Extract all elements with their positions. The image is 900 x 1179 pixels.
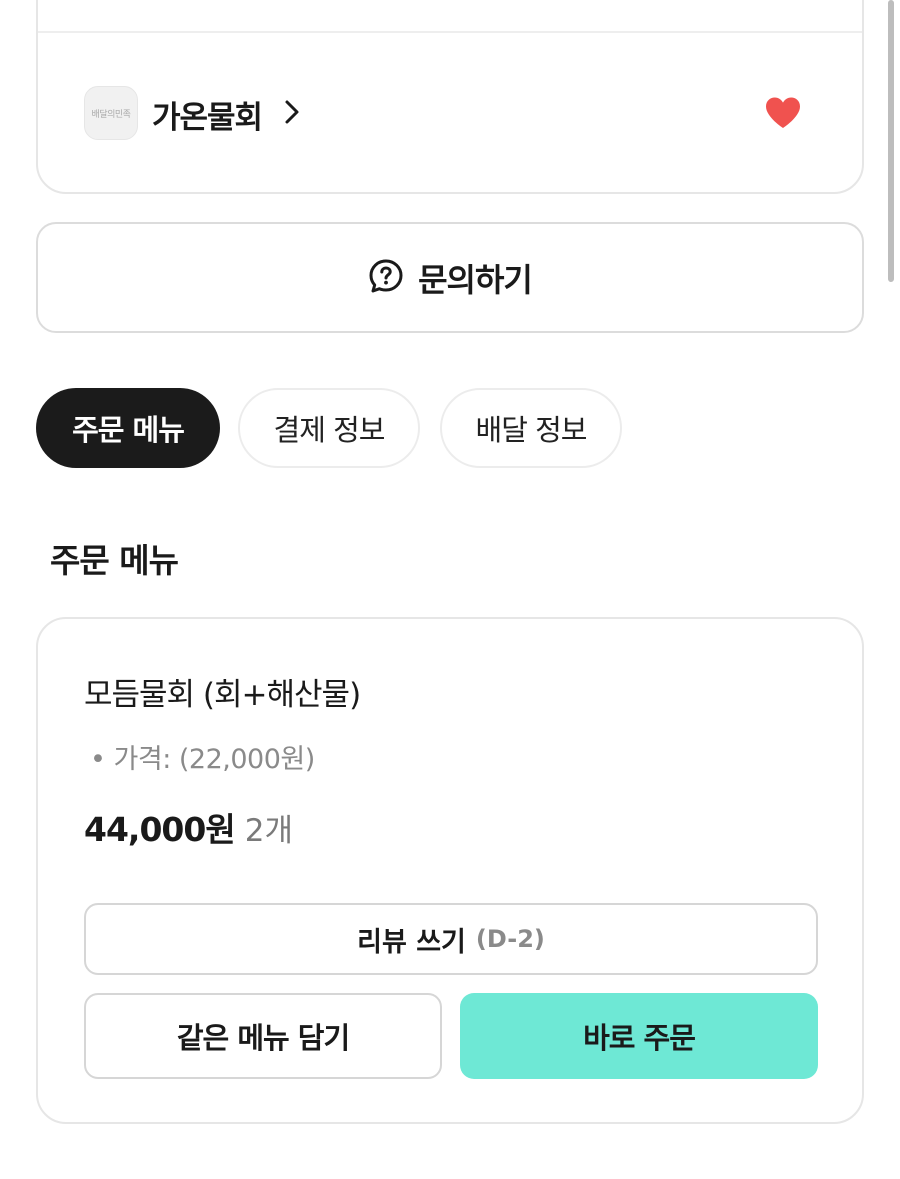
chevron-right-icon[interactable] bbox=[284, 99, 300, 129]
inquiry-button[interactable]: 문의하기 bbox=[36, 222, 864, 333]
order-item-card: 모듬물회 (회+해산물) • 가격: (22,000원) 44,000원 2개 … bbox=[36, 617, 864, 1124]
order-total: 44,000원 2개 bbox=[84, 803, 293, 851]
section-title: 주문 메뉴 bbox=[50, 541, 179, 580]
store-card: 배달의민족 가온물회 bbox=[36, 0, 864, 194]
add-same-menu-button[interactable]: 같은 메뉴 담기 bbox=[84, 993, 442, 1079]
inquiry-label: 문의하기 bbox=[418, 260, 533, 299]
unit-price: • 가격: (22,000원) bbox=[90, 744, 315, 775]
question-bubble-icon bbox=[368, 258, 404, 298]
menu-name: 모듬물회 (회+해산물) bbox=[84, 677, 361, 713]
order-now-button[interactable]: 바로 주문 bbox=[460, 993, 818, 1079]
store-logo: 배달의민족 bbox=[84, 86, 138, 140]
write-review-button[interactable]: 리뷰 쓰기 (D-2) bbox=[84, 903, 818, 975]
tab-order-menu[interactable]: 주문 메뉴 bbox=[36, 388, 220, 468]
write-review-label: 리뷰 쓰기 bbox=[357, 926, 466, 958]
scrollbar[interactable] bbox=[888, 0, 894, 282]
divider bbox=[38, 31, 862, 33]
heart-icon[interactable] bbox=[764, 96, 802, 134]
store-name-link[interactable]: 가온물회 bbox=[152, 92, 263, 137]
tab-delivery-info[interactable]: 배달 정보 bbox=[440, 388, 622, 468]
tab-payment-info[interactable]: 결제 정보 bbox=[238, 388, 420, 468]
store-logo-text: 배달의민족 bbox=[91, 109, 131, 120]
total-amount: 44,000원 bbox=[84, 810, 236, 849]
review-deadline: (D-2) bbox=[475, 925, 545, 953]
quantity: 2개 bbox=[244, 813, 293, 849]
